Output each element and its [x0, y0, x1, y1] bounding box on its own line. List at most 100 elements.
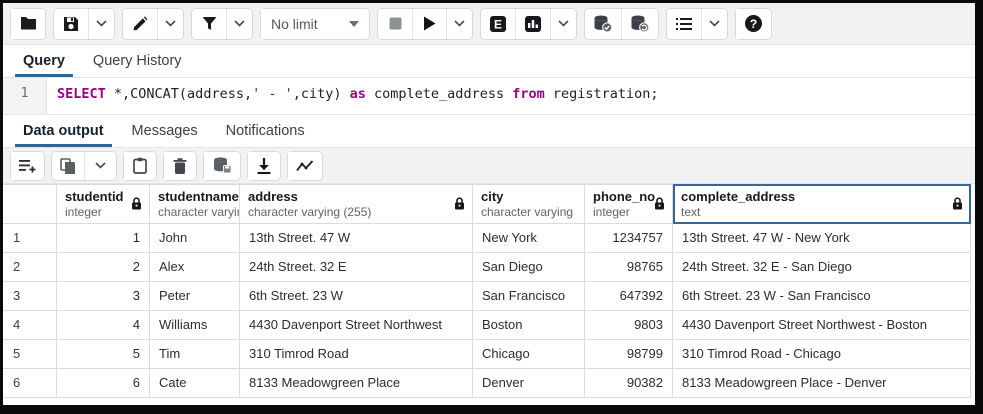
cell-address[interactable]: 310 Timrod Road — [240, 340, 473, 369]
execute-query-button[interactable] — [412, 9, 446, 39]
cell-city[interactable]: Chicago — [473, 340, 585, 369]
open-file-button[interactable] — [11, 9, 45, 39]
lock-icon — [454, 197, 465, 210]
cell-studentid[interactable]: 5 — [57, 340, 150, 369]
macros-list-icon — [676, 17, 692, 31]
stop-icon — [389, 17, 402, 30]
graph-visualiser-button[interactable] — [288, 152, 322, 180]
delete-button[interactable] — [164, 152, 196, 180]
row-number-cell[interactable]: 4 — [3, 311, 57, 340]
save-dropdown-button[interactable] — [88, 9, 114, 39]
tab-query[interactable]: Query — [9, 45, 79, 77]
row-number-cell[interactable]: 2 — [3, 253, 57, 282]
save-data-changes-button[interactable] — [204, 152, 240, 180]
cell-address[interactable]: 24th Street. 32 E — [240, 253, 473, 282]
cell-phone-no[interactable]: 98799 — [585, 340, 673, 369]
cell-studentname[interactable]: Cate — [150, 369, 240, 398]
select-all-corner[interactable] — [3, 184, 57, 224]
copy-dropdown-button[interactable] — [84, 152, 116, 180]
query-tabs: Query Query History — [3, 45, 975, 78]
cell-complete-address[interactable]: 24th Street. 32 E - San Diego — [673, 253, 971, 282]
cell-studentname[interactable]: Alex — [150, 253, 240, 282]
cell-address[interactable]: 6th Street. 23 W — [240, 282, 473, 311]
explain-dropdown-button[interactable] — [550, 9, 576, 39]
chevron-down-icon — [558, 20, 569, 27]
explain-analyze-button[interactable] — [515, 9, 550, 39]
cell-complete-address[interactable]: 4430 Davenport Street Northwest - Boston — [673, 311, 971, 340]
cell-city[interactable]: San Diego — [473, 253, 585, 282]
help-button[interactable]: ? — [736, 9, 771, 39]
cell-address[interactable]: 8133 Meadowgreen Place — [240, 369, 473, 398]
sql-text: registration; — [545, 86, 659, 102]
cell-studentid[interactable]: 1 — [57, 224, 150, 253]
table-row: 6 6 Cate 8133 Meadowgreen Place Denver 9… — [3, 369, 975, 398]
caret-down-icon — [349, 21, 359, 27]
column-header-phone-no[interactable]: phone_no integer — [585, 184, 673, 224]
cell-studentid[interactable]: 4 — [57, 311, 150, 340]
sql-editor[interactable]: 1 SELECT *,CONCAT(address,' - ',city) as… — [3, 78, 975, 115]
paste-button[interactable] — [124, 152, 156, 180]
sql-text: complete_address — [366, 86, 512, 102]
cell-studentname[interactable]: Williams — [150, 311, 240, 340]
cell-city[interactable]: Denver — [473, 369, 585, 398]
column-header-studentid[interactable]: studentid integer — [57, 184, 150, 224]
cell-studentname[interactable]: Peter — [150, 282, 240, 311]
svg-text:E: E — [494, 17, 502, 31]
cell-complete-address[interactable]: 6th Street. 23 W - San Francisco — [673, 282, 971, 311]
graph-visualiser-icon — [296, 160, 314, 172]
commit-button[interactable] — [585, 9, 621, 39]
row-number-cell[interactable]: 6 — [3, 369, 57, 398]
row-number-cell[interactable]: 1 — [3, 224, 57, 253]
grid-header-row: studentid integer studentname character … — [3, 184, 975, 224]
tab-notifications[interactable]: Notifications — [212, 115, 319, 147]
cancel-query-button[interactable] — [378, 9, 412, 39]
add-row-button[interactable] — [11, 152, 44, 180]
rollback-button[interactable] — [621, 9, 658, 39]
filter-button[interactable] — [192, 9, 226, 39]
tab-messages[interactable]: Messages — [118, 115, 212, 147]
chevron-down-icon — [96, 20, 107, 27]
edit-button[interactable] — [123, 9, 157, 39]
sql-code-line[interactable]: SELECT *,CONCAT(address,' - ',city) as c… — [47, 78, 659, 114]
explain-button[interactable]: E — [481, 9, 515, 39]
tab-data-output[interactable]: Data output — [9, 115, 118, 147]
row-number-cell[interactable]: 3 — [3, 282, 57, 311]
tab-query-history[interactable]: Query History — [79, 45, 196, 77]
edit-dropdown-button[interactable] — [157, 9, 183, 39]
column-header-city[interactable]: city character varying — [473, 184, 585, 224]
cell-studentid[interactable]: 3 — [57, 282, 150, 311]
cell-phone-no[interactable]: 647392 — [585, 282, 673, 311]
cell-studentname[interactable]: Tim — [150, 340, 240, 369]
cell-studentname[interactable]: John — [150, 224, 240, 253]
copy-icon — [60, 158, 76, 174]
macros-dropdown-button[interactable] — [701, 9, 727, 39]
column-header-address[interactable]: address character varying (255) — [240, 184, 473, 224]
cell-studentid[interactable]: 2 — [57, 253, 150, 282]
row-number-cell[interactable]: 5 — [3, 340, 57, 369]
line-number: 1 — [21, 86, 29, 101]
cell-phone-no[interactable]: 98765 — [585, 253, 673, 282]
cell-studentid[interactable]: 6 — [57, 369, 150, 398]
save-button[interactable] — [54, 9, 88, 39]
column-header-complete-address[interactable]: complete_address text — [673, 184, 971, 224]
download-button[interactable] — [248, 152, 280, 180]
column-header-studentname[interactable]: studentname character varying — [150, 184, 240, 224]
cell-address[interactable]: 4430 Davenport Street Northwest — [240, 311, 473, 340]
cell-phone-no[interactable]: 1234757 — [585, 224, 673, 253]
copy-button[interactable] — [52, 152, 84, 180]
cell-phone-no[interactable]: 9803 — [585, 311, 673, 340]
explain-analyze-icon — [524, 15, 542, 33]
execute-dropdown-button[interactable] — [446, 9, 472, 39]
cell-complete-address[interactable]: 8133 Meadowgreen Place - Denver — [673, 369, 971, 398]
cell-city[interactable]: New York — [473, 224, 585, 253]
cell-phone-no[interactable]: 90382 — [585, 369, 673, 398]
macros-button[interactable] — [667, 9, 701, 39]
cell-city[interactable]: San Francisco — [473, 282, 585, 311]
cell-complete-address[interactable]: 13th Street. 47 W - New York — [673, 224, 971, 253]
cell-complete-address[interactable]: 310 Timrod Road - Chicago — [673, 340, 971, 369]
filter-dropdown-button[interactable] — [226, 9, 252, 39]
cell-address[interactable]: 13th Street. 47 W — [240, 224, 473, 253]
pgadmin-query-tool-window: No limit E — [0, 0, 983, 414]
cell-city[interactable]: Boston — [473, 311, 585, 340]
row-limit-select[interactable]: No limit — [261, 9, 369, 39]
